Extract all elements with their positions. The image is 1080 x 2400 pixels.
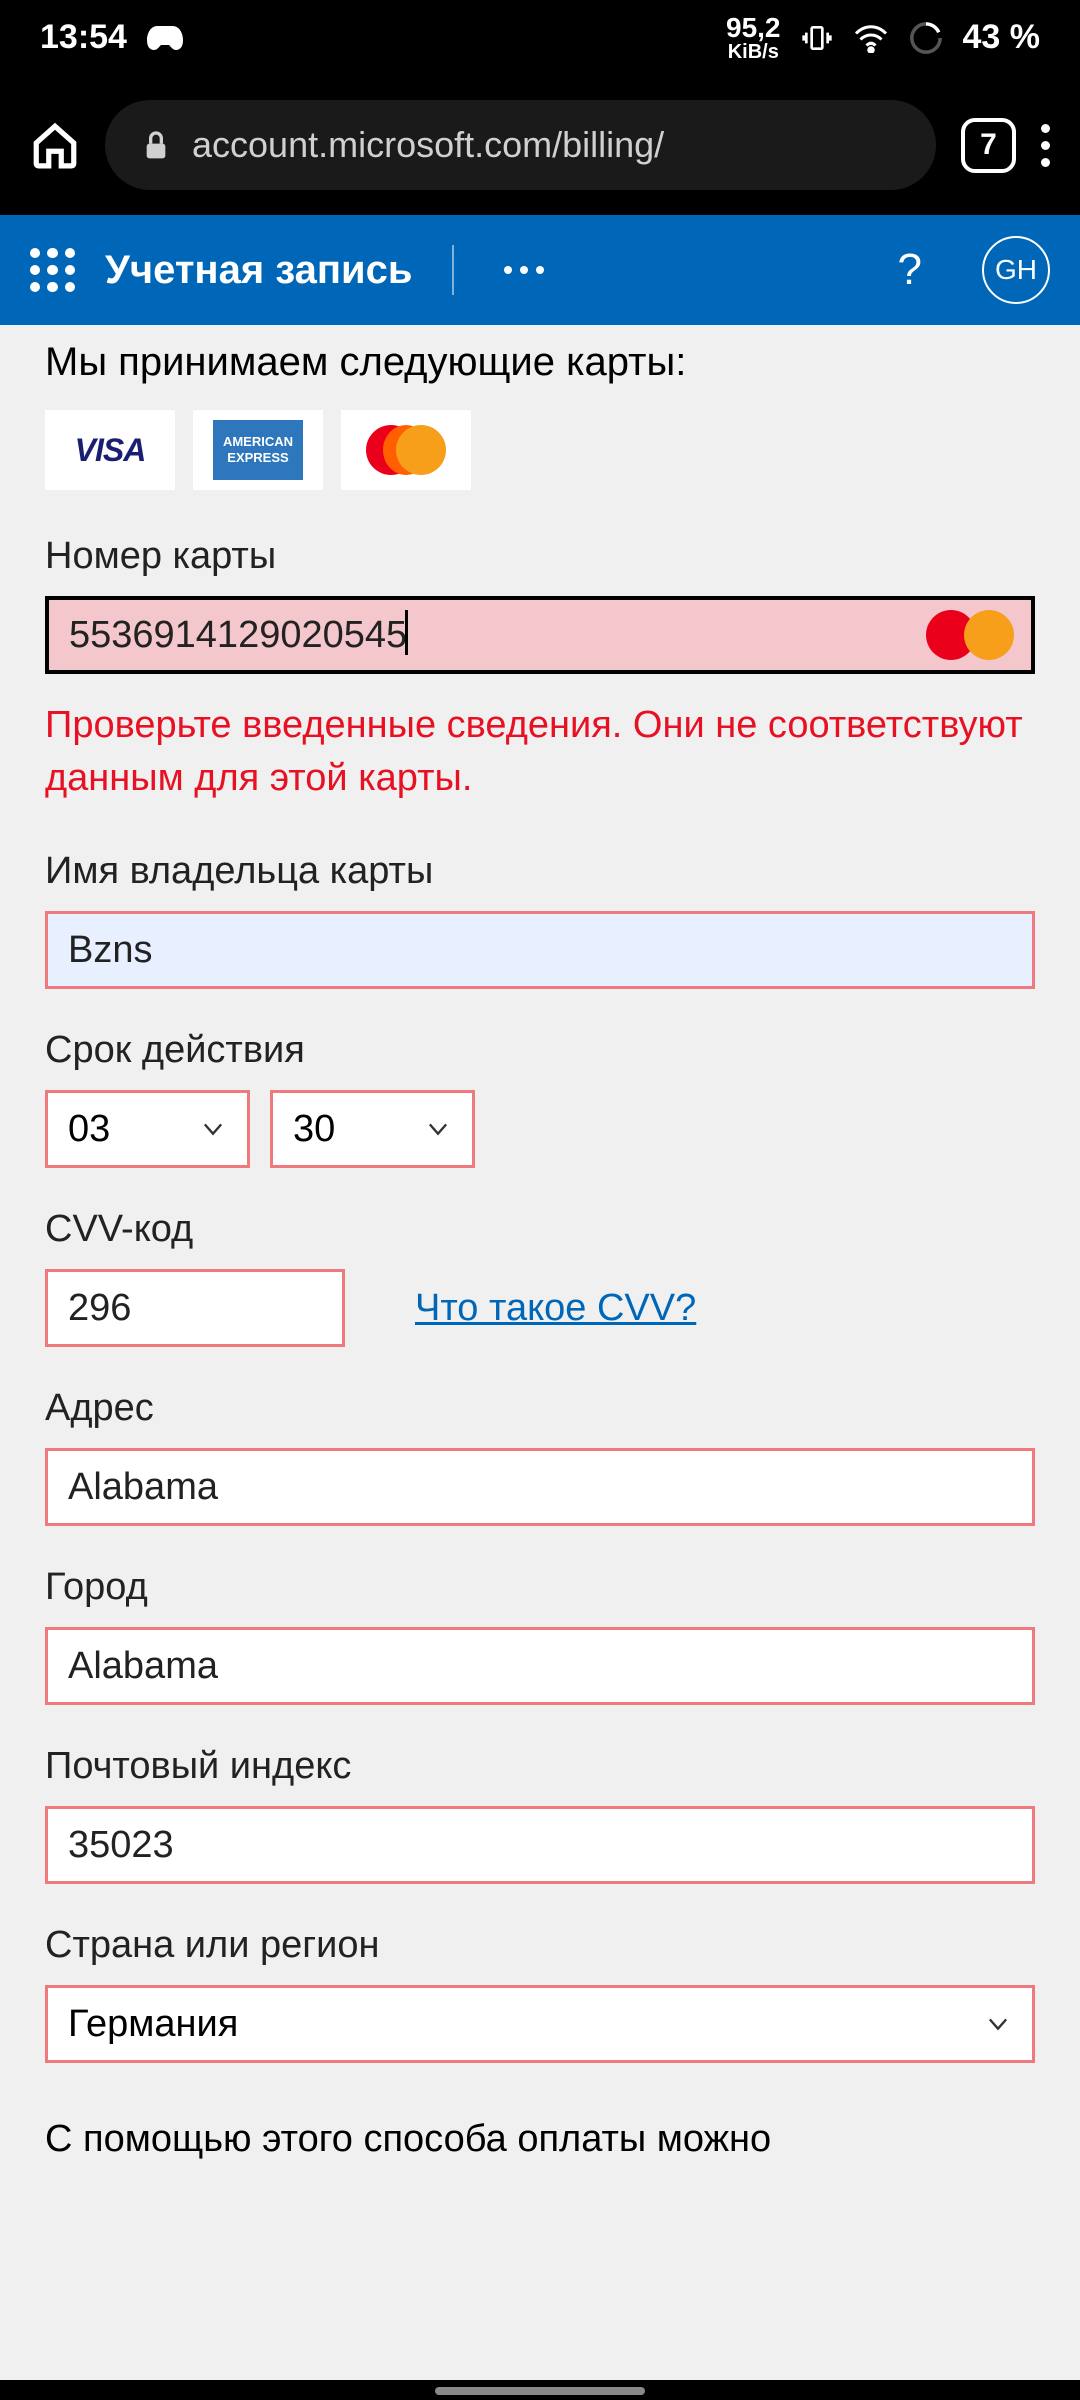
status-bar: 13:54 95,2KiB/s 43 % bbox=[0, 0, 1080, 75]
cvv-help-link[interactable]: Что такое CVV? bbox=[415, 1287, 696, 1330]
browser-bar: account.microsoft.com/billing/ 7 bbox=[0, 75, 1080, 215]
tab-count-button[interactable]: 7 bbox=[961, 118, 1016, 173]
home-icon[interactable] bbox=[30, 120, 80, 170]
expiry-label: Срок действия bbox=[45, 1029, 1035, 1072]
postal-label: Почтовый индекс bbox=[45, 1745, 1035, 1788]
mastercard-logo bbox=[341, 410, 471, 490]
status-time: 13:54 bbox=[40, 18, 127, 57]
card-number-error: Проверьте введенные сведения. Они не соо… bbox=[45, 699, 1035, 805]
battery-percent: 43 % bbox=[963, 18, 1041, 57]
gesture-handle[interactable] bbox=[435, 2387, 645, 2395]
text-cursor bbox=[405, 610, 408, 655]
address-input[interactable]: Alabama bbox=[45, 1448, 1035, 1526]
expiry-year-select[interactable]: 30 bbox=[270, 1090, 475, 1168]
chevron-down-icon bbox=[424, 1115, 452, 1143]
card-number-value: 5536914129020545 bbox=[69, 614, 407, 657]
card-number-input[interactable]: 5536914129020545 bbox=[45, 596, 1035, 674]
footer-text: С помощью этого способа оплаты можно bbox=[45, 2118, 1035, 2161]
vibrate-icon bbox=[801, 22, 833, 54]
address-label: Адрес bbox=[45, 1387, 1035, 1430]
city-label: Город bbox=[45, 1566, 1035, 1609]
cvv-label: CVV-код bbox=[45, 1208, 1035, 1251]
chevron-down-icon bbox=[984, 2010, 1012, 2038]
expiry-month-select[interactable]: 03 bbox=[45, 1090, 250, 1168]
country-value: Германия bbox=[68, 2003, 238, 2046]
expiry-month-value: 03 bbox=[68, 1108, 110, 1151]
url-text: account.microsoft.com/billing/ bbox=[192, 124, 664, 166]
cardholder-input[interactable]: Bzns bbox=[45, 911, 1035, 989]
visa-logo: VISA bbox=[45, 410, 175, 490]
expiry-year-value: 30 bbox=[293, 1108, 335, 1151]
page-content: Мы принимаем следующие карты: VISA AMERI… bbox=[0, 325, 1080, 2161]
header-title[interactable]: Учетная запись bbox=[105, 248, 412, 293]
game-icon bbox=[145, 22, 185, 54]
avatar[interactable]: GH bbox=[982, 236, 1050, 304]
wifi-icon bbox=[853, 23, 889, 53]
header-more-icon[interactable] bbox=[504, 266, 544, 274]
country-label: Страна или регион bbox=[45, 1924, 1035, 1967]
url-bar[interactable]: account.microsoft.com/billing/ bbox=[105, 100, 936, 190]
cardholder-label: Имя владельца карты bbox=[45, 850, 1035, 893]
cvv-input[interactable]: 296 bbox=[45, 1269, 345, 1347]
nav-bar bbox=[0, 2380, 1080, 2400]
chevron-down-icon bbox=[199, 1115, 227, 1143]
card-number-label: Номер карты bbox=[45, 535, 1035, 578]
accepted-cards-heading: Мы принимаем следующие карты: bbox=[45, 325, 1035, 410]
divider bbox=[452, 245, 454, 295]
browser-menu-icon[interactable] bbox=[1041, 124, 1050, 167]
network-speed: 95,2KiB/s bbox=[726, 14, 781, 62]
card-logos-row: VISA AMERICAN EXPRESS bbox=[45, 410, 1035, 490]
amex-logo: AMERICAN EXPRESS bbox=[193, 410, 323, 490]
battery-loading-icon bbox=[909, 21, 943, 55]
app-launcher-icon[interactable] bbox=[30, 248, 75, 293]
city-input[interactable]: Alabama bbox=[45, 1627, 1035, 1705]
ms-header: Учетная запись ? GH bbox=[0, 215, 1080, 325]
help-icon[interactable]: ? bbox=[898, 245, 922, 295]
country-select[interactable]: Германия bbox=[45, 1985, 1035, 2063]
lock-icon bbox=[140, 127, 172, 163]
mastercard-icon bbox=[924, 607, 1016, 663]
postal-input[interactable]: 35023 bbox=[45, 1806, 1035, 1884]
